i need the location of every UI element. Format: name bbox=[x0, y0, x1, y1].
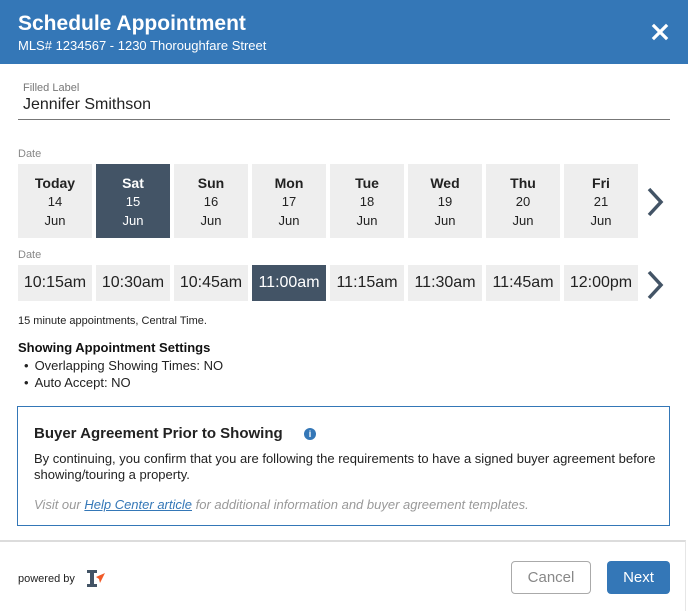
date-option[interactable]: Sun 16 Jun bbox=[174, 164, 248, 238]
time-option[interactable]: 11:45am bbox=[486, 265, 560, 301]
time-option[interactable]: 10:30am bbox=[96, 265, 170, 301]
next-button[interactable]: Next bbox=[607, 561, 670, 594]
agreement-title: Buyer Agreement Prior to Showing bbox=[34, 425, 283, 442]
chevron-right-icon bbox=[647, 187, 664, 217]
date-month: Jun bbox=[590, 213, 612, 228]
settings-item: Auto Accept: NO bbox=[24, 374, 223, 391]
date-dow: Tue bbox=[355, 175, 379, 191]
date-option[interactable]: Thu 20 Jun bbox=[486, 164, 560, 238]
date-month: Jun bbox=[356, 213, 378, 228]
modal-footer: powered by Cancel Next bbox=[0, 540, 686, 611]
date-month: Jun bbox=[434, 213, 456, 228]
name-input[interactable] bbox=[23, 96, 623, 114]
settings-list: Overlapping Showing Times: NO Auto Accep… bbox=[24, 357, 224, 391]
close-button[interactable] bbox=[648, 20, 672, 44]
date-dow: Today bbox=[34, 175, 76, 191]
help-suffix: for additional information and buyer agr… bbox=[192, 497, 529, 512]
date-dow: Thu bbox=[510, 175, 536, 191]
time-picker: 10:15am 10:30am 10:45am 11:00am 11:15am … bbox=[18, 265, 638, 301]
agreement-help: Visit our Help Center article for additi… bbox=[34, 497, 529, 512]
next-dates-button[interactable] bbox=[644, 185, 666, 219]
date-label: Date bbox=[18, 148, 42, 160]
time-option[interactable]: 11:15am bbox=[330, 265, 404, 301]
date-month: Jun bbox=[122, 213, 144, 228]
date-day: 20 bbox=[515, 194, 531, 209]
info-icon[interactable]: i bbox=[304, 428, 316, 440]
date-month: Jun bbox=[512, 213, 534, 228]
agreement-body: By continuing, you confirm that you are … bbox=[34, 451, 656, 482]
cancel-button[interactable]: Cancel bbox=[511, 561, 591, 594]
time-option-selected[interactable]: 11:00am bbox=[252, 265, 326, 301]
date-option[interactable]: Wed 19 Jun bbox=[408, 164, 482, 238]
date-day: 17 bbox=[281, 194, 297, 209]
date-dow: Sun bbox=[197, 175, 225, 191]
date-dow: Wed bbox=[430, 175, 460, 191]
time-option[interactable]: 11:30am bbox=[408, 265, 482, 301]
name-field[interactable]: Filled Label bbox=[18, 82, 670, 120]
next-times-button[interactable] bbox=[644, 268, 666, 302]
date-option[interactable]: Tue 18 Jun bbox=[330, 164, 404, 238]
name-field-label: Filled Label bbox=[23, 82, 80, 94]
brand-logo-icon bbox=[87, 570, 105, 587]
date-day: 14 bbox=[47, 194, 63, 209]
date-month: Jun bbox=[200, 213, 222, 228]
appointment-note: 15 minute appointments, Central Time. bbox=[18, 315, 207, 327]
date-dow: Mon bbox=[274, 175, 304, 191]
date-month: Jun bbox=[278, 213, 300, 228]
date-day: 18 bbox=[359, 194, 375, 209]
buyer-agreement-panel: Buyer Agreement Prior to Showing i By co… bbox=[17, 406, 670, 526]
help-center-link[interactable]: Help Center article bbox=[84, 497, 192, 512]
time-option[interactable]: 10:45am bbox=[174, 265, 248, 301]
chevron-right-icon bbox=[647, 270, 664, 300]
date-option[interactable]: Today 14 Jun bbox=[18, 164, 92, 238]
modal-header: Schedule Appointment MLS# 1234567 - 1230… bbox=[0, 0, 688, 64]
date-day: 16 bbox=[203, 194, 219, 209]
date-dow: Sat bbox=[122, 175, 144, 191]
date-option-selected[interactable]: Sat 15 Jun bbox=[96, 164, 170, 238]
settings-item: Overlapping Showing Times: NO bbox=[24, 357, 224, 374]
close-icon bbox=[651, 23, 669, 41]
date-day: 15 bbox=[125, 194, 141, 209]
time-option[interactable]: 12:00pm bbox=[564, 265, 638, 301]
date-option[interactable]: Fri 21 Jun bbox=[564, 164, 638, 238]
date-picker: Today 14 Jun Sat 15 Jun Sun 16 Jun Mon 1… bbox=[18, 164, 638, 238]
time-option[interactable]: 10:15am bbox=[18, 265, 92, 301]
date-dow: Fri bbox=[592, 175, 610, 191]
date-day: 21 bbox=[593, 194, 609, 209]
modal-subtitle: MLS# 1234567 - 1230 Thoroughfare Street bbox=[18, 38, 267, 53]
modal-title: Schedule Appointment bbox=[18, 12, 246, 35]
date-day: 19 bbox=[437, 194, 453, 209]
date-month: Jun bbox=[44, 213, 66, 228]
powered-by-text: powered by bbox=[18, 573, 75, 585]
help-prefix: Visit our bbox=[34, 497, 85, 512]
time-label: Date bbox=[18, 249, 42, 261]
date-option[interactable]: Mon 17 Jun bbox=[252, 164, 326, 238]
settings-title: Showing Appointment Settings bbox=[18, 340, 211, 355]
